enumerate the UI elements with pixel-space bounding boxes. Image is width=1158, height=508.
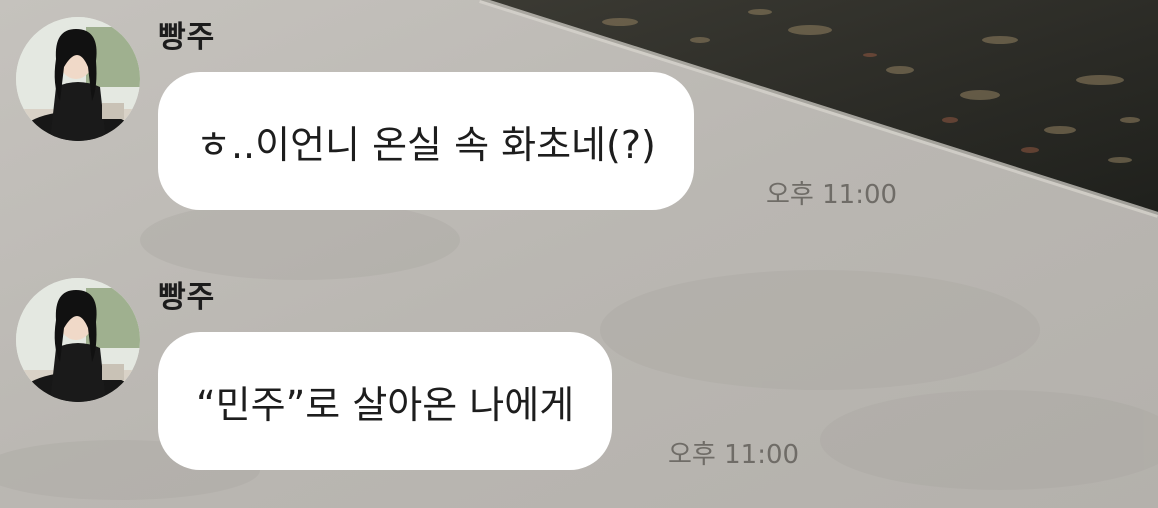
profile-photo-icon: [16, 17, 140, 141]
sender-avatar[interactable]: [16, 278, 140, 402]
profile-photo-icon: [16, 278, 140, 402]
sender-avatar[interactable]: [16, 17, 140, 141]
message-time: 오후 11:00: [766, 180, 898, 210]
message-text: ㅎ..이언니 온실 속 화초네(?): [196, 122, 656, 167]
message-text: “민주”로 살아온 나에게: [196, 382, 575, 427]
message-bubble[interactable]: “민주”로 살아온 나에게: [158, 332, 613, 470]
sender-name: 빵주: [158, 20, 216, 55]
sender-name: 빵주: [158, 280, 216, 315]
message-bubble[interactable]: ㅎ..이언니 온실 속 화초네(?): [158, 72, 694, 210]
message-time: 오후 11:00: [668, 440, 800, 470]
